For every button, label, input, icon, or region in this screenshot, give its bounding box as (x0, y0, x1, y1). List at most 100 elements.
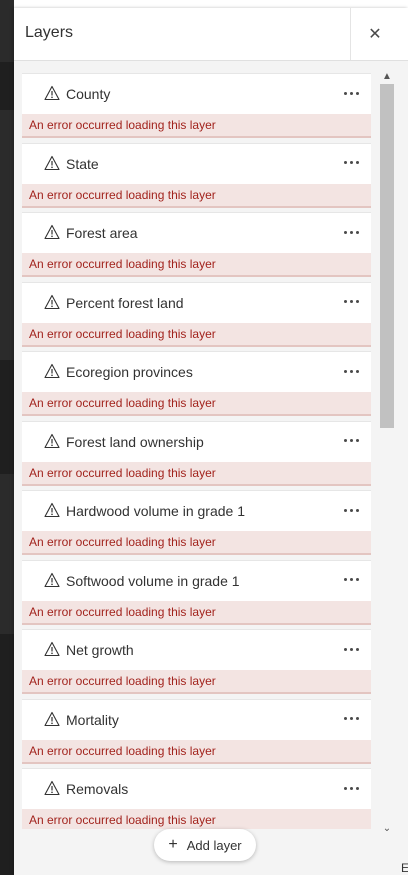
layer-error-text: An error occurred loading this layer (29, 257, 216, 271)
layer-item: County An error occurred loading this lay… (22, 73, 371, 139)
ellipsis-dot (349, 578, 353, 581)
layer-error-text: An error occurred loading this layer (29, 118, 216, 132)
layer-name: Forest land ownership (66, 433, 204, 450)
close-button[interactable]: ✕ (350, 8, 399, 60)
ellipsis-dot (355, 230, 359, 234)
layer-error-notice: An error occurred loading this layer (22, 114, 371, 138)
layer-error-text: An error occurred loading this layer (29, 465, 216, 480)
ellipsis-dot (349, 161, 353, 164)
add-layer-button[interactable]: + Add layer (154, 829, 256, 861)
warning-icon (44, 433, 60, 448)
ellipsis-dot (343, 230, 347, 234)
layer-options-button[interactable] (338, 636, 364, 662)
layer-error-notice: An error occurred loading this layer (22, 809, 371, 829)
layer-item: Softwood volume in grade 1 An error occur… (22, 559, 371, 626)
map-strip-segment (0, 62, 14, 110)
layer-row[interactable]: County (22, 73, 371, 114)
layer-error-notice: An error occurred loading this layer (22, 739, 371, 764)
layer-item: Forest area An error occurred loading thi… (22, 212, 371, 278)
layer-options-button[interactable] (338, 497, 364, 523)
layer-options-button[interactable] (338, 80, 364, 106)
ellipsis-dot (349, 369, 353, 373)
layer-item: Hardwood volume in grade 1 An error occur… (22, 490, 371, 556)
layer-error-notice: An error occurred loading this layer (22, 531, 371, 555)
layer-row[interactable]: Net growth (22, 629, 371, 670)
scroll-thumb[interactable] (380, 84, 394, 428)
layer-error-text: An error occurred loading this layer (29, 604, 216, 619)
layer-error-text: An error occurred loading this layer (29, 326, 216, 341)
layer-name: State (66, 155, 99, 172)
corner-text: E (401, 861, 408, 875)
layer-options-button[interactable] (338, 775, 364, 801)
layer-item: Removals An error occurred loading this l… (22, 768, 371, 829)
warning-icon (44, 502, 60, 518)
layer-error-notice: An error occurred loading this layer (22, 322, 371, 347)
layer-error-notice: An error occurred loading this layer (22, 392, 371, 416)
layer-options-button[interactable] (338, 428, 364, 454)
ellipsis-dot (343, 647, 347, 651)
layer-name: Net growth (66, 642, 134, 658)
ellipsis-dot (355, 91, 359, 95)
layer-error-notice: An error occurred loading this layer (22, 183, 371, 208)
layer-options-button[interactable] (338, 358, 364, 384)
layer-options-button[interactable] (338, 150, 364, 176)
warning-icon (44, 572, 60, 587)
layers-panel: Layers ✕ County An error occurred loading… (14, 8, 408, 875)
layer-options-button[interactable] (338, 289, 364, 315)
warning-icon (44, 224, 60, 240)
ellipsis-dot (349, 91, 353, 95)
scrollbar[interactable]: ▲ ⌄ (378, 68, 396, 836)
warning-icon (44, 363, 60, 379)
warning-icon (44, 711, 60, 726)
ellipsis-dot (355, 578, 359, 581)
layer-row[interactable]: Percent forest land (22, 281, 371, 323)
warning-icon (44, 294, 60, 309)
layer-name: Removals (66, 781, 129, 797)
layer-item: Percent forest land An error occurred loa… (22, 281, 371, 348)
ellipsis-dot (343, 161, 347, 164)
scroll-up-icon[interactable]: ▲ (381, 70, 393, 82)
layer-options-button[interactable] (338, 219, 364, 245)
layer-item: Mortality An error occurred loading this … (22, 698, 371, 765)
layer-error-text: An error occurred loading this layer (29, 743, 216, 758)
ellipsis-dot (355, 717, 359, 720)
layer-row[interactable]: Removals (22, 768, 371, 809)
ellipsis-dot (355, 369, 359, 373)
ellipsis-dot (355, 647, 359, 651)
ellipsis-dot (343, 91, 347, 95)
layer-options-button[interactable] (338, 567, 364, 593)
layer-error-text: An error occurred loading this layer (29, 535, 216, 549)
layer-item: Net growth An error occurred loading this… (22, 629, 371, 695)
ellipsis-dot (343, 369, 347, 373)
layer-error-notice: An error occurred loading this layer (22, 600, 371, 625)
layer-item: Forest land ownership An error occurred l… (22, 420, 371, 487)
ellipsis-dot (343, 508, 347, 512)
ellipsis-dot (355, 786, 359, 790)
layer-row[interactable]: Mortality (22, 698, 371, 740)
layer-name: Percent forest land (66, 294, 184, 311)
warning-icon (44, 85, 60, 101)
layer-row[interactable]: State (22, 142, 371, 184)
layer-row[interactable]: Hardwood volume in grade 1 (22, 490, 371, 531)
layer-row[interactable]: Softwood volume in grade 1 (22, 559, 371, 601)
close-icon: ✕ (368, 26, 382, 43)
layer-item: State An error occurred loading this laye… (22, 142, 371, 209)
ellipsis-dot (343, 439, 347, 442)
layer-row[interactable]: Ecoregion provinces (22, 351, 371, 392)
layer-error-notice: An error occurred loading this layer (22, 253, 371, 277)
layer-options-button[interactable] (338, 706, 364, 732)
panel-title: Layers (25, 24, 74, 41)
layer-row[interactable]: Forest land ownership (22, 420, 371, 462)
scroll-down-icon[interactable]: ⌄ (381, 822, 393, 834)
map-strip-segment (0, 634, 14, 875)
ellipsis-dot (343, 786, 347, 790)
layer-name: Hardwood volume in grade 1 (66, 503, 245, 519)
layer-item: Ecoregion provinces An error occurred loa… (22, 351, 371, 417)
layer-error-notice: An error occurred loading this layer (22, 670, 371, 694)
layer-row[interactable]: Forest area (22, 212, 371, 253)
plus-icon: + (168, 836, 178, 853)
map-strip-segment (0, 360, 14, 474)
ellipsis-dot (349, 508, 353, 512)
ellipsis-dot (355, 300, 359, 303)
layer-name: Forest area (66, 225, 138, 241)
